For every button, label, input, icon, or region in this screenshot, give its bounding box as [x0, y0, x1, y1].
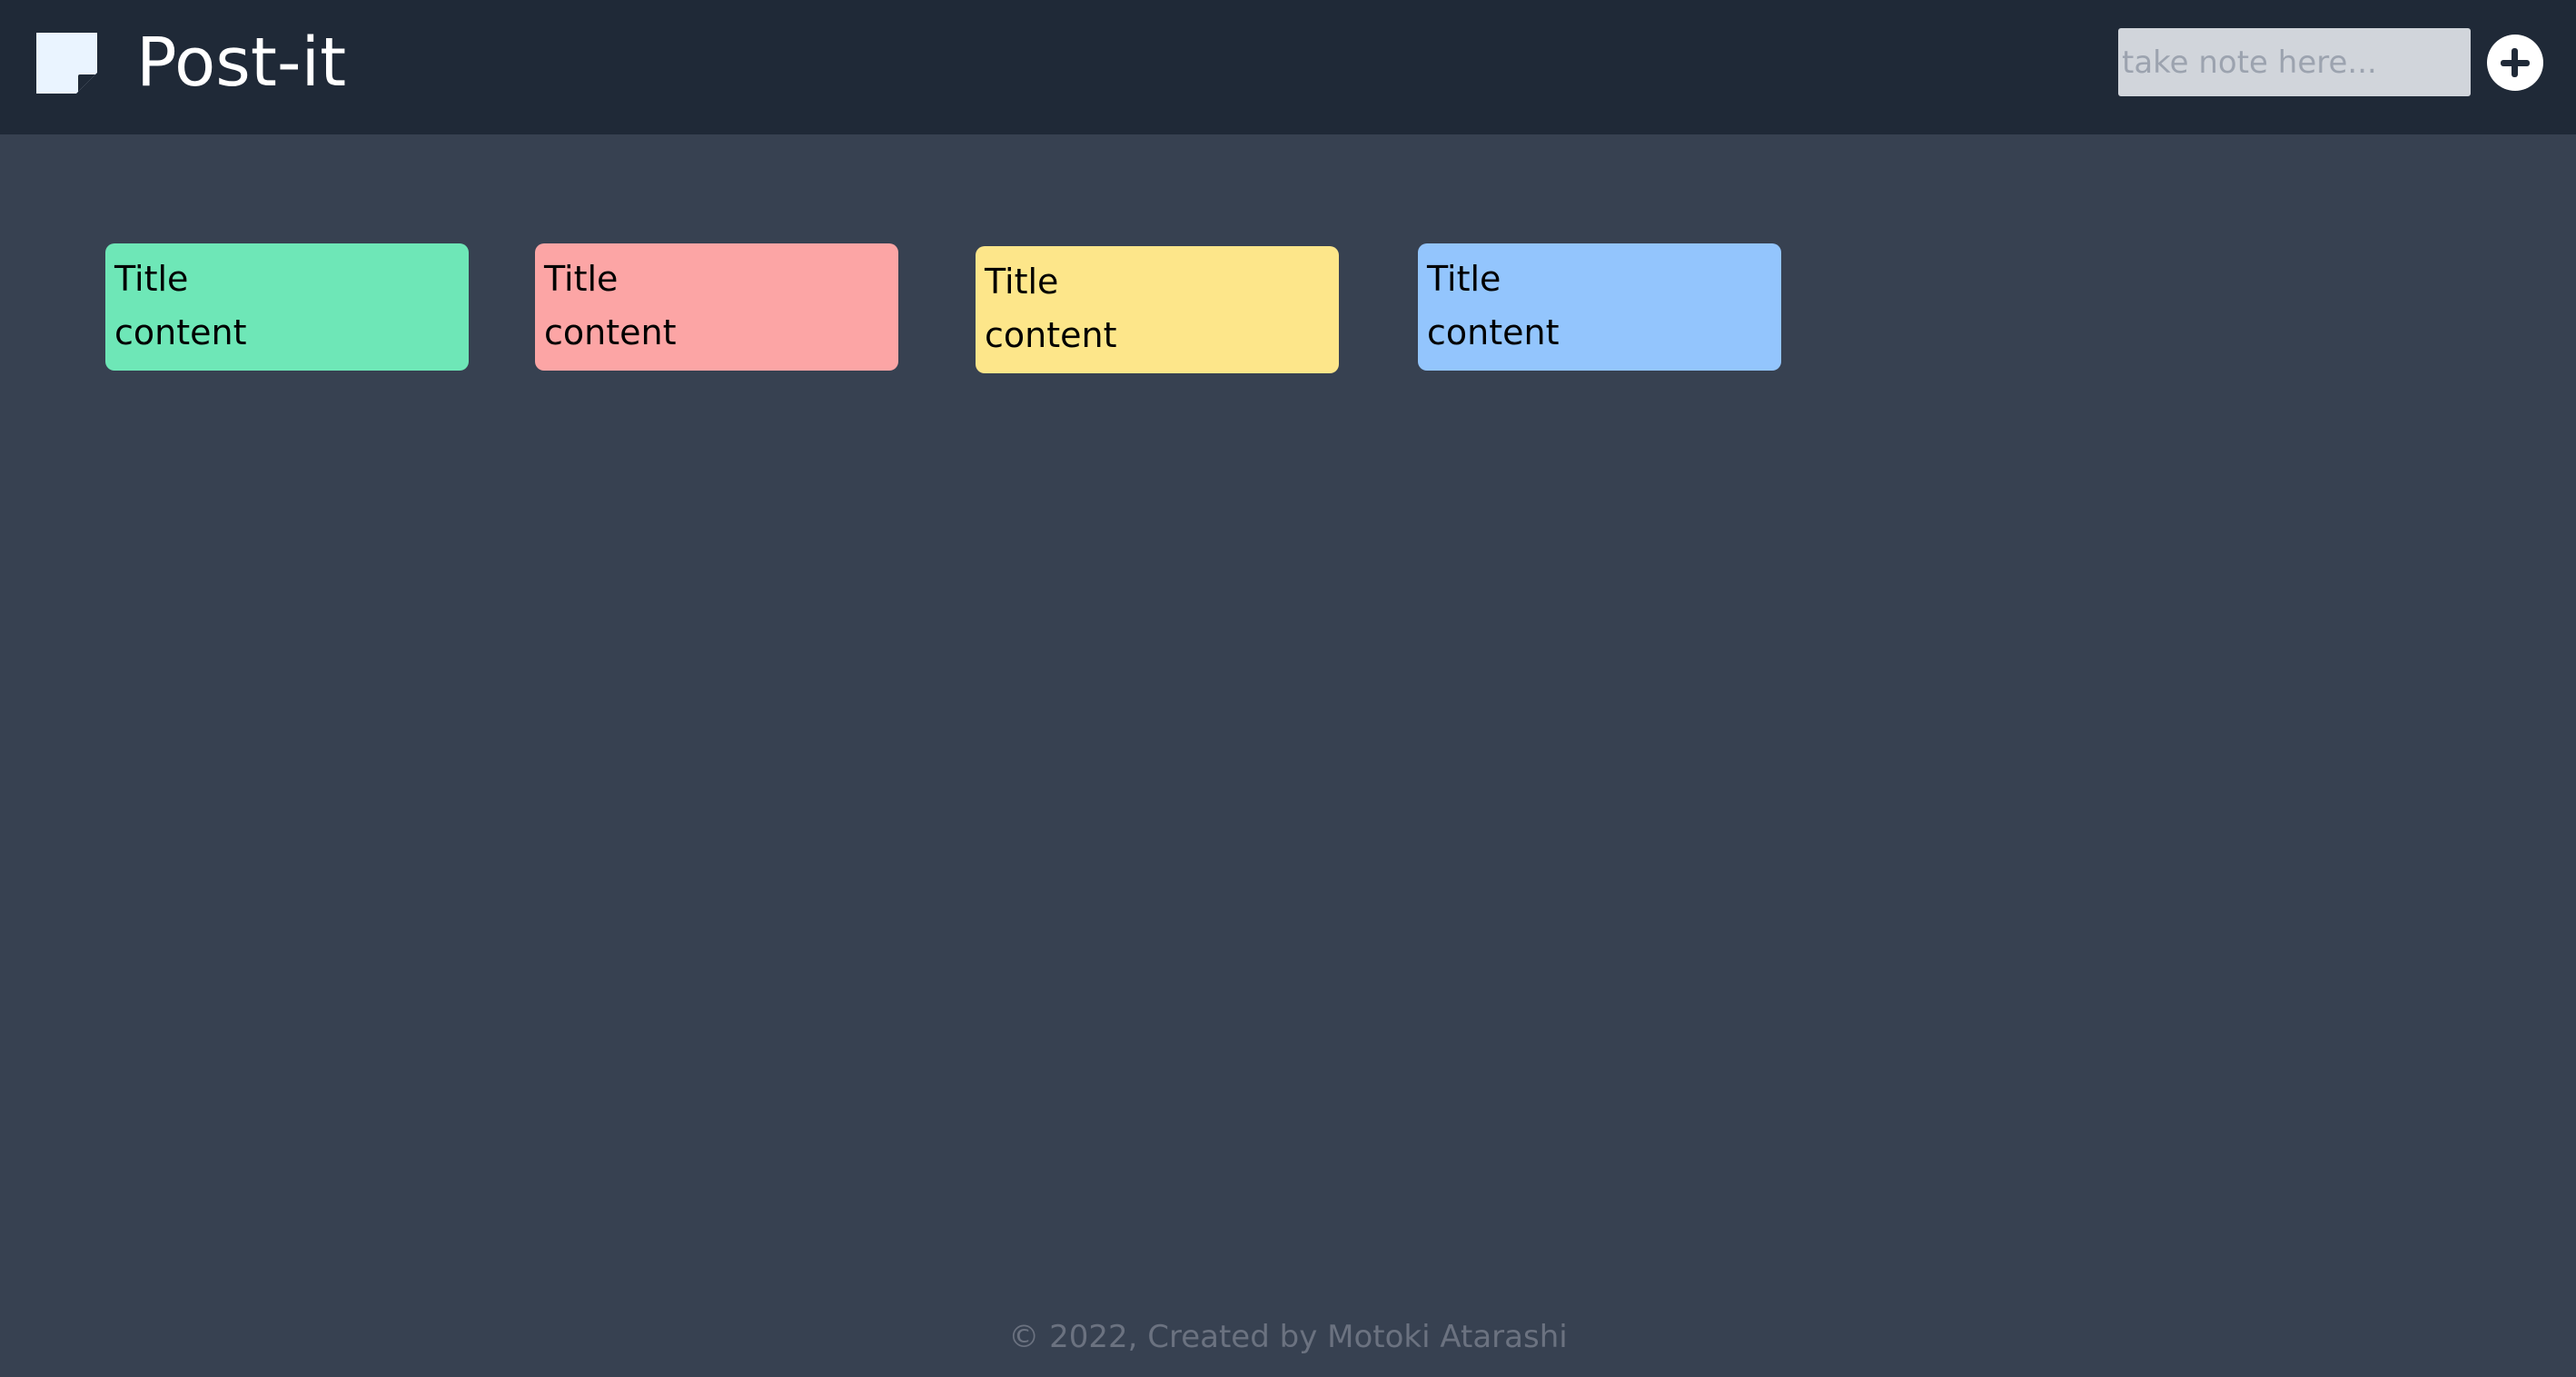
note-content: content: [985, 315, 1117, 355]
note-content: content: [114, 312, 247, 352]
app-header: Post-it: [0, 0, 2576, 134]
app-title: Post-it: [136, 24, 347, 102]
note-content: content: [544, 312, 677, 352]
note-title: Title: [544, 259, 619, 299]
footer-copyright: © 2022, Created by Motoki Atarashi: [1008, 1319, 1568, 1355]
note-title: Title: [1427, 259, 1501, 299]
add-note-button[interactable]: [2487, 35, 2543, 91]
note-card[interactable]: Title content: [976, 246, 1339, 373]
note-card[interactable]: Title content: [535, 243, 898, 371]
note-title: Title: [114, 259, 189, 299]
note-card[interactable]: Title content: [105, 243, 469, 371]
note-title: Title: [985, 262, 1059, 302]
note-content: content: [1427, 312, 1560, 352]
note-card[interactable]: Title content: [1418, 243, 1781, 371]
sticky-note-icon: [36, 33, 97, 94]
note-input[interactable]: [2118, 28, 2471, 96]
